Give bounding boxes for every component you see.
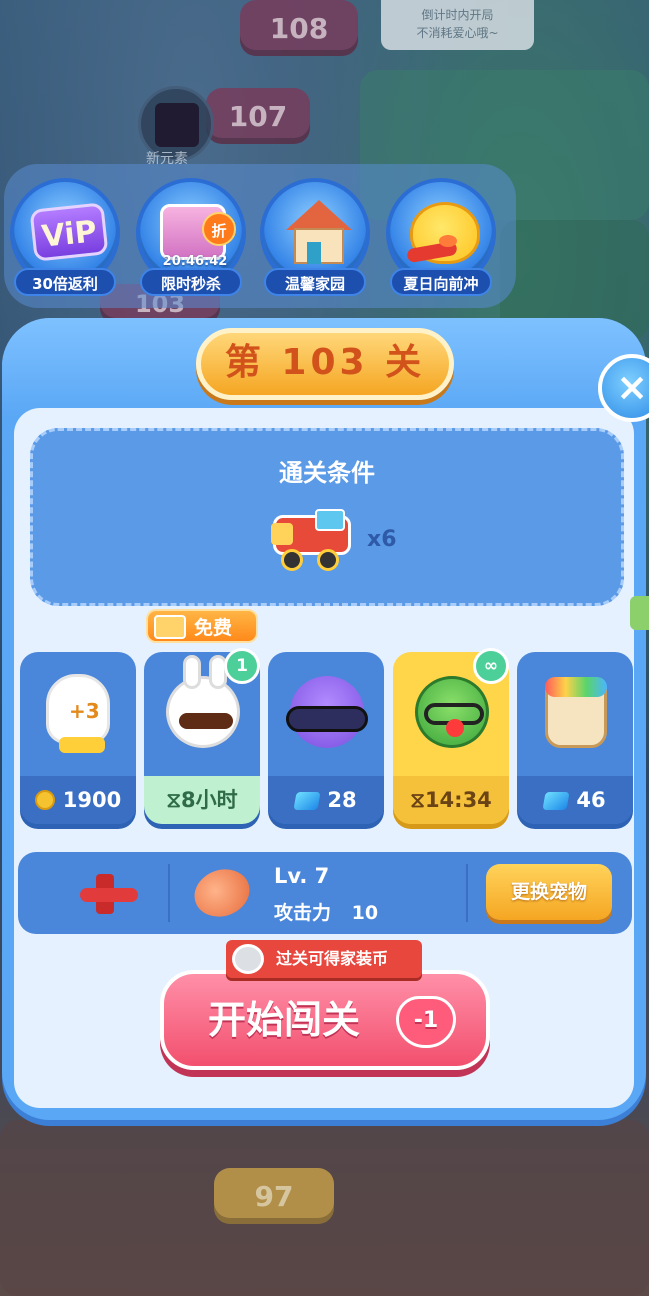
condition-count: x6 bbox=[367, 527, 397, 552]
pet-level: Lv. 7 bbox=[274, 864, 330, 888]
cat-icon bbox=[286, 676, 368, 748]
train-icon bbox=[271, 505, 351, 571]
new-element-box bbox=[155, 103, 199, 147]
change-pet-button[interactable]: 更换宠物 bbox=[486, 864, 612, 920]
vip-card: ViP bbox=[29, 202, 109, 262]
free-video-tag[interactable]: 免费 bbox=[146, 609, 258, 643]
coin-icon bbox=[34, 790, 55, 810]
meat-icon bbox=[187, 861, 257, 925]
level-title: 第 103 关 bbox=[196, 328, 454, 400]
reward-ribbon: 过关可得家装币 bbox=[226, 940, 422, 978]
heart-cost: -1 bbox=[413, 1008, 439, 1033]
train-front bbox=[271, 523, 293, 545]
goggles bbox=[286, 706, 368, 732]
price-value: 28 bbox=[327, 788, 357, 812]
glove-cuff bbox=[59, 737, 105, 753]
free-tag-label: 免费 bbox=[194, 617, 233, 639]
item-price: 1900 bbox=[20, 776, 136, 824]
frog-nose bbox=[446, 719, 464, 737]
price-value: 1900 bbox=[62, 788, 122, 812]
chick-shape bbox=[406, 202, 480, 264]
item-timer: ⧖14:34 bbox=[393, 776, 509, 824]
paint-bucket-icon bbox=[545, 677, 607, 748]
menu-label: 温馨家园 bbox=[264, 268, 366, 296]
discount-badge: 折 bbox=[202, 212, 236, 246]
level-badge-108: 108 bbox=[240, 0, 358, 56]
house-door bbox=[307, 242, 321, 264]
menu-flash-sale[interactable]: 折 20:46:42 限时秒杀 bbox=[136, 178, 246, 302]
condition-title: 通关条件 bbox=[279, 459, 375, 487]
item-count-badge: 1 bbox=[224, 648, 260, 684]
heart-icon: -1 bbox=[396, 996, 456, 1048]
train-window bbox=[315, 509, 345, 531]
booster-glove[interactable]: +3 1900 bbox=[20, 652, 136, 824]
infinity-badge: ∞ bbox=[473, 648, 509, 684]
diamond-icon bbox=[542, 792, 570, 810]
menu-vip-rebate[interactable]: ViP 30倍返利 bbox=[10, 178, 120, 302]
top-menu: ViP 30倍返利 折 20:46:42 限时秒杀 温馨家园 夏日向前冲 bbox=[4, 164, 516, 308]
clear-condition-box: 通关条件 x6 bbox=[30, 428, 624, 606]
attack-value: 10 bbox=[351, 902, 379, 924]
rabbit-ear bbox=[183, 655, 201, 689]
paint-stripe bbox=[545, 677, 607, 697]
item-price: 28 bbox=[268, 776, 384, 824]
menu-label: 30倍返利 bbox=[14, 268, 116, 296]
pet-info-row: Lv. 7 攻击力 10 更换宠物 bbox=[18, 852, 632, 934]
attack-label: 攻击力 bbox=[274, 902, 332, 924]
item-price: 46 bbox=[517, 776, 633, 824]
menu-summer-event[interactable]: 夏日向前冲 bbox=[386, 178, 496, 302]
house-roof bbox=[286, 200, 352, 230]
plane-body bbox=[80, 888, 138, 902]
price-value: 46 bbox=[576, 788, 606, 812]
reward-text: 过关可得家装币 bbox=[276, 949, 389, 968]
home-coin-icon bbox=[232, 944, 264, 974]
glove-icon: +3 bbox=[46, 674, 110, 753]
sale-timer: 20:46:42 bbox=[162, 254, 228, 269]
tip-line-2: 不消耗爱心哦~ bbox=[416, 26, 499, 40]
menu-label: 夏日向前冲 bbox=[390, 268, 492, 296]
booster-paint[interactable]: 46 bbox=[517, 652, 633, 824]
start-level-button[interactable]: 开始闯关 -1 bbox=[160, 970, 490, 1070]
tip-line-1: 倒计时内开局 bbox=[421, 8, 494, 22]
train-wheel bbox=[281, 549, 303, 571]
rabbit-eyes bbox=[179, 713, 233, 729]
item-timer: ⧖8小时 bbox=[144, 776, 260, 824]
side-tab[interactable] bbox=[630, 596, 649, 630]
diamond-icon bbox=[293, 792, 321, 810]
booster-cat[interactable]: 28 bbox=[268, 652, 384, 824]
divider bbox=[168, 864, 170, 922]
pet-attack: 攻击力 10 bbox=[274, 898, 378, 925]
house-shape bbox=[286, 200, 352, 266]
plane-icon bbox=[74, 870, 144, 914]
countdown-tip: 倒计时内开局 不消耗爱心哦~ bbox=[381, 0, 534, 50]
glove-plus-three: +3 bbox=[69, 699, 100, 723]
menu-label: 限时秒杀 bbox=[140, 268, 242, 296]
level-badge-97: 97 bbox=[214, 1168, 334, 1224]
rabbit-icon bbox=[166, 655, 240, 748]
start-label: 开始闯关 bbox=[207, 998, 360, 1042]
level-badge-107: 107 bbox=[206, 88, 310, 144]
menu-home[interactable]: 温馨家园 bbox=[260, 178, 370, 302]
train-wheel bbox=[317, 549, 339, 571]
frog-icon bbox=[415, 676, 489, 748]
divider bbox=[466, 864, 468, 922]
clapperboard-icon bbox=[154, 615, 186, 639]
chick-beak bbox=[439, 235, 457, 247]
